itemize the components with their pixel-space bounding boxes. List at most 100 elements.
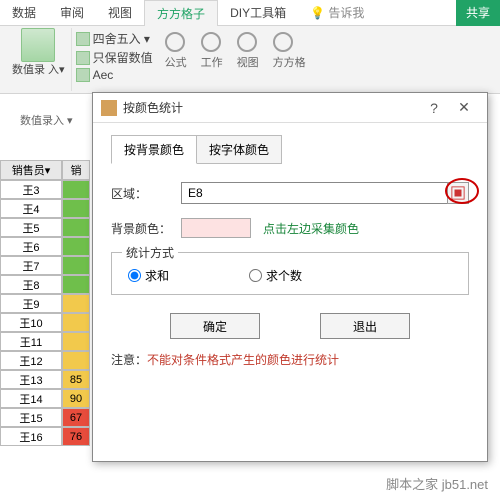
circle-icon xyxy=(165,32,185,52)
ribbon-group-input: 数值录 入▾ xyxy=(6,28,72,91)
method-group: 统计方式 求和 求个数 xyxy=(111,252,469,295)
item-round[interactable]: 四舍五入 ▾ xyxy=(76,30,153,47)
cell-name[interactable]: 王12 xyxy=(0,351,62,370)
table-row[interactable]: 王1567 xyxy=(0,408,100,427)
field-range: 区域： xyxy=(111,182,469,204)
ribbon-tabs: 数据 审阅 视图 方方格子 DIY工具箱 💡 告诉我 共享 xyxy=(0,0,500,26)
cell-name[interactable]: 王8 xyxy=(0,275,62,294)
circle-item[interactable]: 公式 xyxy=(165,32,187,70)
ribbon-sublabel: 数值录入 ▾ xyxy=(20,112,73,128)
dialog-titlebar: 按颜色统计 ? ✕ xyxy=(93,93,487,123)
table-row[interactable]: 王1490 xyxy=(0,389,100,408)
circle-item[interactable]: 视图 xyxy=(237,32,259,70)
cell-value[interactable]: 76 xyxy=(62,427,90,446)
table-row[interactable]: 王10 xyxy=(0,313,100,332)
circle-label: 公式 xyxy=(165,54,187,70)
table-row[interactable]: 王12 xyxy=(0,351,100,370)
tab-review[interactable]: 审阅 xyxy=(48,0,96,25)
cell-name[interactable]: 王9 xyxy=(0,294,62,313)
method-legend: 统计方式 xyxy=(122,244,178,261)
ok-button[interactable]: 确定 xyxy=(170,313,260,339)
ribbon-circles: 公式 工作 视图 方方格 xyxy=(157,28,314,91)
cell-value[interactable] xyxy=(62,294,90,313)
aec-icon xyxy=(76,68,90,82)
cell-name[interactable]: 王5 xyxy=(0,218,62,237)
circle-icon xyxy=(273,32,293,52)
cell-value[interactable]: 67 xyxy=(62,408,90,427)
cell-name[interactable]: 王4 xyxy=(0,199,62,218)
cell-name[interactable]: 王15 xyxy=(0,408,62,427)
close-button[interactable]: ✕ xyxy=(449,99,479,116)
table-row[interactable]: 王3 xyxy=(0,180,100,199)
cell-value[interactable] xyxy=(62,237,90,256)
table-row[interactable]: 王7 xyxy=(0,256,100,275)
cell-name[interactable]: 王13 xyxy=(0,370,62,389)
table-row[interactable]: 王1676 xyxy=(0,427,100,446)
cell-value[interactable] xyxy=(62,218,90,237)
cell-name[interactable]: 王7 xyxy=(0,256,62,275)
table-row[interactable]: 王1385 xyxy=(0,370,100,389)
table-row[interactable]: 王9 xyxy=(0,294,100,313)
note-text: 不能对条件格式产生的颜色进行统计 xyxy=(147,353,339,367)
cell-name[interactable]: 王14 xyxy=(0,389,62,408)
range-input[interactable] xyxy=(181,182,448,204)
table-row[interactable]: 王11 xyxy=(0,332,100,351)
dialog-body: 按背景颜色 按字体颜色 区域： 背景颜色： 点击左边采集颜色 统计方式 求和 求… xyxy=(93,123,487,380)
circle-item[interactable]: 方方格 xyxy=(273,32,306,70)
circle-icon xyxy=(237,32,257,52)
radio-sum[interactable]: 求和 xyxy=(128,267,169,284)
table-row[interactable]: 王5 xyxy=(0,218,100,237)
tab-data[interactable]: 数据 xyxy=(0,0,48,25)
range-picker-button[interactable] xyxy=(447,182,469,204)
cell-name[interactable]: 王11 xyxy=(0,332,62,351)
circle-label: 方方格 xyxy=(273,54,306,70)
table-row[interactable]: 王8 xyxy=(0,275,100,294)
cell-value[interactable] xyxy=(62,275,90,294)
tab-fontcolor[interactable]: 按字体颜色 xyxy=(197,135,282,164)
tell-me[interactable]: 💡 告诉我 xyxy=(298,0,376,25)
cell-value[interactable]: 90 xyxy=(62,389,90,408)
radio-count[interactable]: 求个数 xyxy=(249,267,302,284)
share-button[interactable]: 共享 xyxy=(456,0,500,26)
round-label: 四舍五入 ▾ xyxy=(93,30,150,47)
cell-value[interactable] xyxy=(62,199,90,218)
field-bgcolor: 背景颜色： 点击左边采集颜色 xyxy=(111,218,469,238)
cell-name[interactable]: 王10 xyxy=(0,313,62,332)
dialog-note: 注意：不能对条件格式产生的颜色进行统计 xyxy=(111,351,469,368)
cell-value[interactable]: 85 xyxy=(62,370,90,389)
cell-name[interactable]: 王6 xyxy=(0,237,62,256)
color-swatch[interactable] xyxy=(181,218,251,238)
tab-diy[interactable]: DIY工具箱 xyxy=(218,0,298,25)
cell-value[interactable] xyxy=(62,332,90,351)
note-prefix: 注意： xyxy=(111,353,147,367)
keepnum-icon xyxy=(76,51,90,65)
cell-value[interactable] xyxy=(62,313,90,332)
ribbon-small-items: 四舍五入 ▾ 只保留数值 Aec xyxy=(72,28,157,91)
cell-value[interactable] xyxy=(62,256,90,275)
tab-bgcolor[interactable]: 按背景颜色 xyxy=(111,135,197,164)
dialog-tabs: 按背景颜色 按字体颜色 xyxy=(111,135,469,164)
numeric-input-icon[interactable] xyxy=(21,28,55,62)
dialog-icon xyxy=(101,100,117,116)
col-header-d[interactable]: 销售员▾ xyxy=(0,160,62,180)
tab-view[interactable]: 视图 xyxy=(96,0,144,25)
item-keepnum[interactable]: 只保留数值 xyxy=(76,49,153,66)
radio-sum-input[interactable] xyxy=(128,269,141,282)
cancel-button[interactable]: 退出 xyxy=(320,313,410,339)
help-button[interactable]: ? xyxy=(419,100,449,116)
cell-value[interactable] xyxy=(62,180,90,199)
cell-name[interactable]: 王16 xyxy=(0,427,62,446)
table-row[interactable]: 王4 xyxy=(0,199,100,218)
bgcolor-label: 背景颜色： xyxy=(111,220,181,237)
item-aec[interactable]: Aec xyxy=(76,68,153,82)
cell-name[interactable]: 王3 xyxy=(0,180,62,199)
radio-count-input[interactable] xyxy=(249,269,262,282)
cell-value[interactable] xyxy=(62,351,90,370)
circle-icon xyxy=(201,32,221,52)
tab-ffgz[interactable]: 方方格子 xyxy=(144,0,218,26)
radio-count-label: 求个数 xyxy=(266,267,302,284)
circle-item[interactable]: 工作 xyxy=(201,32,223,70)
table-row[interactable]: 王6 xyxy=(0,237,100,256)
col-header-e[interactable]: 销 xyxy=(62,160,90,180)
circle-label: 工作 xyxy=(201,54,223,70)
